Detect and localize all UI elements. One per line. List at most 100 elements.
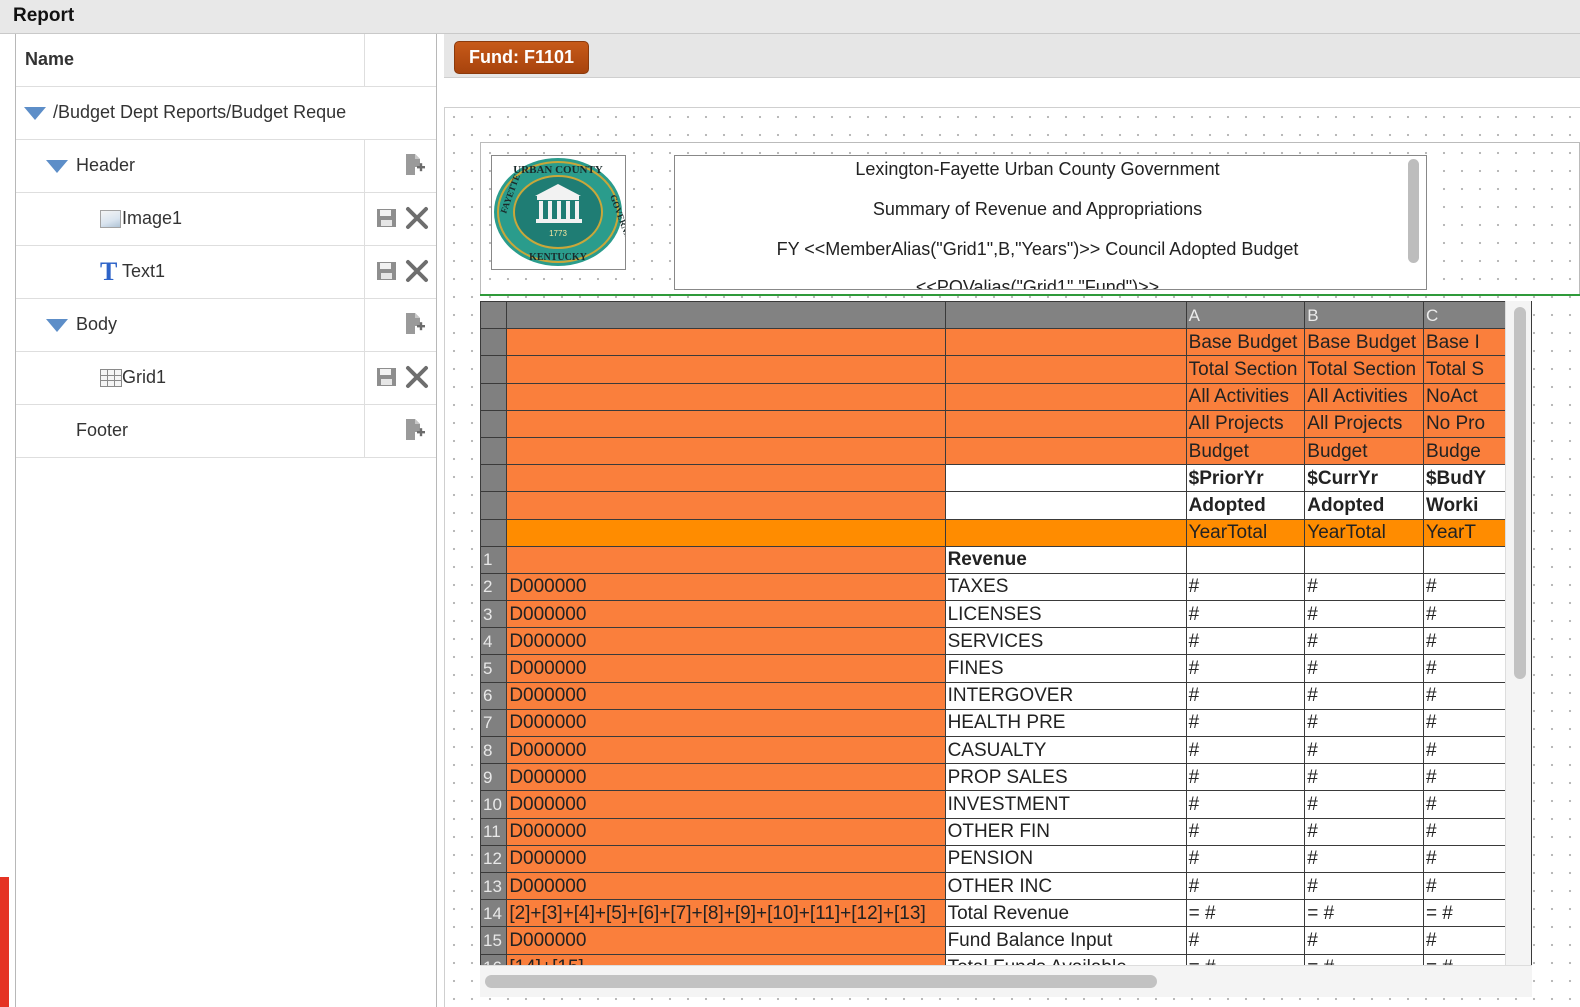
- member-header-cell[interactable]: YearTotal: [1304, 518, 1424, 547]
- row-label-cell[interactable]: Revenue: [944, 545, 1187, 574]
- data-cell[interactable]: = #: [1304, 899, 1424, 928]
- grid-cell[interactable]: [506, 518, 946, 547]
- row-label-cell[interactable]: FINES: [944, 654, 1187, 683]
- row-label-cell[interactable]: Fund Balance Input: [944, 926, 1187, 955]
- expanded-triangle-icon[interactable]: [24, 107, 46, 120]
- delete-icon[interactable]: [405, 259, 429, 283]
- data-cell[interactable]: #: [1304, 654, 1424, 683]
- data-cell[interactable]: [1185, 545, 1306, 574]
- row-label-cell[interactable]: OTHER INC: [944, 871, 1187, 901]
- row-number[interactable]: 8: [480, 735, 508, 765]
- data-cell[interactable]: #: [1304, 600, 1424, 629]
- data-cell[interactable]: #: [1185, 708, 1306, 738]
- row-label-cell[interactable]: Total Funds Available: [944, 953, 1187, 965]
- member-header-cell[interactable]: Adopted: [1304, 491, 1424, 520]
- row-number[interactable]: 12: [480, 844, 508, 873]
- row-label-cell[interactable]: Total Revenue: [944, 899, 1187, 928]
- fund-pov-tab[interactable]: Fund: F1101: [454, 41, 590, 74]
- scroll-thumb[interactable]: [1514, 307, 1526, 679]
- row-number[interactable]: 16: [480, 953, 508, 965]
- row-member-cell[interactable]: D000000: [506, 572, 946, 602]
- report-grid[interactable]: A B C Base Budget Base Budget Base I Total Sec…: [480, 301, 1532, 965]
- grid-cell[interactable]: [944, 355, 1187, 384]
- data-cell[interactable]: #: [1185, 817, 1306, 846]
- row-number[interactable]: 1: [480, 545, 508, 574]
- save-icon[interactable]: [376, 367, 397, 387]
- grid-cell[interactable]: [506, 328, 946, 357]
- data-cell[interactable]: #: [1304, 871, 1424, 901]
- data-cell[interactable]: #: [1185, 681, 1306, 710]
- tree-item-footer[interactable]: Footer: [16, 405, 436, 458]
- data-cell[interactable]: #: [1304, 817, 1424, 846]
- image1-object[interactable]: 1773 URBAN COUNTY KENTUCKY FAYETTE GOVER…: [491, 155, 640, 270]
- row-label-cell[interactable]: CASUALTY: [944, 735, 1187, 765]
- data-cell[interactable]: #: [1304, 627, 1424, 656]
- member-header-cell[interactable]: Budget: [1185, 436, 1306, 466]
- row-member-cell[interactable]: [14]+[15]: [506, 953, 946, 965]
- member-header-cell[interactable]: Base Budget: [1304, 328, 1424, 357]
- data-cell[interactable]: #: [1304, 735, 1424, 765]
- member-header-cell[interactable]: All Activities: [1304, 382, 1424, 411]
- row-member-cell[interactable]: D000000: [506, 708, 946, 738]
- data-cell[interactable]: #: [1185, 763, 1306, 792]
- row-label-cell[interactable]: PENSION: [944, 844, 1187, 873]
- member-header-cell[interactable]: $CurrYr: [1304, 464, 1424, 493]
- grid-horizontal-scrollbar[interactable]: [480, 965, 1532, 997]
- row-member-cell[interactable]: D000000: [506, 844, 946, 873]
- column-letter[interactable]: A: [1185, 301, 1306, 330]
- row-number[interactable]: 10: [480, 790, 508, 819]
- row-member-cell[interactable]: D000000: [506, 817, 946, 846]
- delete-icon[interactable]: [405, 206, 429, 230]
- data-cell[interactable]: #: [1185, 572, 1306, 602]
- grid-cell[interactable]: [944, 409, 1187, 438]
- row-number[interactable]: 2: [480, 572, 508, 602]
- row-member-cell[interactable]: D000000: [506, 654, 946, 683]
- row-member-cell[interactable]: [506, 545, 946, 574]
- row-label-cell[interactable]: LICENSES: [944, 600, 1187, 629]
- data-cell[interactable]: #: [1185, 926, 1306, 955]
- member-header-cell[interactable]: Adopted: [1185, 491, 1306, 520]
- tree-item-report-path[interactable]: /Budget Dept Reports/Budget Reque: [16, 87, 436, 140]
- data-cell[interactable]: #: [1304, 681, 1424, 710]
- grid-cell[interactable]: [506, 436, 946, 466]
- member-header-cell[interactable]: $PriorYr: [1185, 464, 1306, 493]
- member-header-cell[interactable]: Total Section: [1304, 355, 1424, 384]
- data-cell[interactable]: #: [1185, 844, 1306, 873]
- row-number[interactable]: 11: [480, 817, 508, 846]
- data-cell[interactable]: #: [1304, 844, 1424, 873]
- row-number[interactable]: 15: [480, 926, 508, 955]
- column-letter[interactable]: B: [1304, 301, 1424, 330]
- row-member-cell[interactable]: D000000: [506, 763, 946, 792]
- scroll-thumb[interactable]: [485, 975, 1157, 988]
- row-label-cell[interactable]: SERVICES: [944, 627, 1187, 656]
- data-cell[interactable]: #: [1304, 790, 1424, 819]
- member-header-cell[interactable]: YearTotal: [1185, 518, 1306, 547]
- row-number[interactable]: 7: [480, 708, 508, 738]
- grid-cell[interactable]: [944, 491, 1187, 520]
- grid-cell[interactable]: [944, 382, 1187, 411]
- row-number[interactable]: 9: [480, 763, 508, 792]
- row-member-cell[interactable]: D000000: [506, 600, 946, 629]
- grid1-object[interactable]: A B C Base Budget Base Budget Base I Total Sec…: [480, 301, 1532, 965]
- data-cell[interactable]: [1304, 545, 1424, 574]
- member-header-cell[interactable]: All Activities: [1185, 382, 1306, 411]
- member-header-cell[interactable]: Base Budget: [1185, 328, 1306, 357]
- data-cell[interactable]: = #: [1185, 953, 1306, 965]
- data-cell[interactable]: #: [1304, 763, 1424, 792]
- grid-cell[interactable]: [506, 409, 946, 438]
- add-section-icon[interactable]: [404, 153, 426, 177]
- data-cell[interactable]: #: [1185, 654, 1306, 683]
- row-member-cell[interactable]: D000000: [506, 926, 946, 955]
- row-label-cell[interactable]: OTHER FIN: [944, 817, 1187, 846]
- data-cell[interactable]: #: [1185, 600, 1306, 629]
- data-cell[interactable]: #: [1185, 790, 1306, 819]
- add-section-icon[interactable]: [404, 418, 426, 442]
- data-cell[interactable]: #: [1304, 708, 1424, 738]
- row-label-cell[interactable]: INVESTMENT: [944, 790, 1187, 819]
- data-cell[interactable]: #: [1185, 627, 1306, 656]
- grid-cell[interactable]: [506, 382, 946, 411]
- text1-object[interactable]: Lexington-Fayette Urban County Governmen…: [674, 155, 1427, 290]
- grid-cell[interactable]: [944, 328, 1187, 357]
- member-header-cell[interactable]: Budget: [1304, 436, 1424, 466]
- delete-icon[interactable]: [405, 365, 429, 389]
